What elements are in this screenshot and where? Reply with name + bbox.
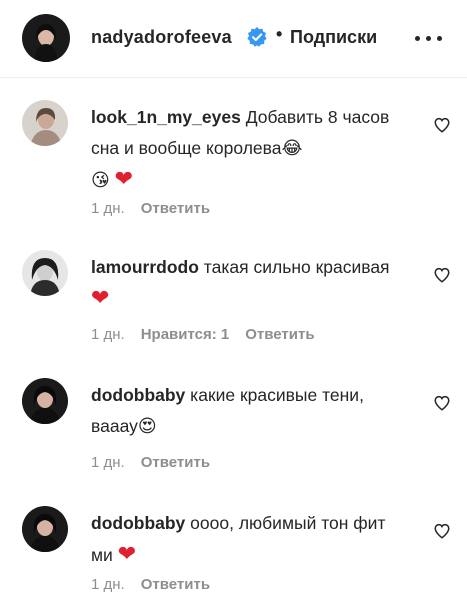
like-heart-icon[interactable]: [433, 394, 451, 412]
comment-text: lamourrdodo такая сильно красивая ❤: [91, 252, 411, 315]
avatar[interactable]: [22, 506, 68, 552]
comment-time[interactable]: 1 дн.: [91, 200, 125, 217]
more-options-icon[interactable]: [415, 34, 443, 44]
reply-button[interactable]: Ответить: [245, 326, 314, 343]
laughing-emoji: 😂: [281, 138, 303, 159]
heart-emoji: ❤: [114, 167, 134, 192]
comment-meta: 1 дн. Ответить: [91, 454, 210, 471]
kiss-emoji: 😘: [91, 170, 110, 191]
separator-dot: •: [276, 24, 283, 44]
comment-username[interactable]: dodobbaby: [91, 385, 185, 405]
comment-text: dodobbaby какие красивые тени, вааау😍: [91, 380, 411, 442]
comment-time[interactable]: 1 дн.: [91, 454, 125, 471]
comment-meta: 1 дн. Ответить: [91, 576, 210, 593]
comment-username[interactable]: lamourrdodo: [91, 257, 199, 277]
avatar[interactable]: [22, 100, 68, 146]
heart-emoji: ❤: [91, 286, 110, 311]
comment-username[interactable]: dodobbaby: [91, 513, 185, 533]
comment-text: dodobbaby оооо, любимый тон фит ми ❤: [91, 508, 411, 571]
heart-emoji: ❤: [117, 542, 137, 567]
reply-button[interactable]: Ответить: [141, 454, 210, 471]
comment-time[interactable]: 1 дн.: [91, 326, 125, 343]
following-button[interactable]: Подписки: [290, 27, 377, 48]
reply-button[interactable]: Ответить: [141, 576, 210, 593]
post-header: nadyadorofeeva • Подписки: [0, 0, 467, 78]
comment-time[interactable]: 1 дн.: [91, 576, 125, 593]
verified-badge-icon: [247, 27, 267, 47]
comment-meta: 1 дн. Ответить: [91, 200, 210, 217]
likes-count[interactable]: Нравится: 1: [141, 326, 230, 343]
profile-username[interactable]: nadyadorofeeva: [91, 27, 232, 48]
avatar[interactable]: [22, 378, 68, 424]
comment-body: такая сильно красивая: [203, 257, 390, 277]
comment-text: look_1n_my_eyes Добавить 8 часов сна и в…: [91, 102, 411, 196]
heart-eyes-emoji: 😍: [137, 416, 157, 437]
reply-button[interactable]: Ответить: [141, 200, 210, 217]
avatar[interactable]: [22, 250, 68, 296]
like-heart-icon[interactable]: [433, 522, 451, 540]
comment-username[interactable]: look_1n_my_eyes: [91, 107, 241, 127]
like-heart-icon[interactable]: [433, 266, 451, 284]
like-heart-icon[interactable]: [433, 116, 451, 134]
avatar[interactable]: [22, 14, 70, 62]
comment-meta: 1 дн. Нравится: 1 Ответить: [91, 326, 315, 343]
